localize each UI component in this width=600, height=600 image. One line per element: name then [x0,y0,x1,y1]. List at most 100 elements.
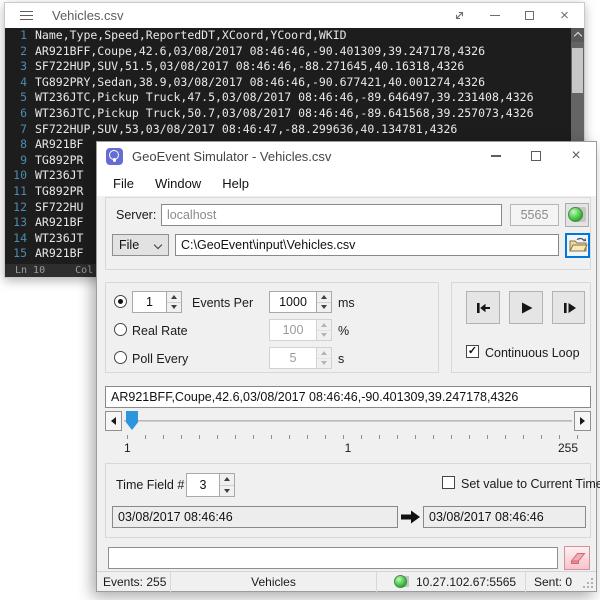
csv-line: 3SF722HUP,SUV,51.5,03/08/2017 08:46:46,-… [5,59,584,75]
current-event-field[interactable]: AR921BFF,Coupe,42.6,03/08/2017 08:46:46,… [105,386,591,408]
geoevent-app-icon [106,148,123,165]
progress-bar [108,547,558,569]
expand-diagonal-icon[interactable] [442,3,477,28]
radio-poll-every[interactable] [114,351,127,364]
slider-thumb[interactable] [126,411,138,430]
slider-min-label: 1 [124,441,131,455]
rate-group: 1 Events Per 1000 ms Real Rate 100 % Pol… [105,282,439,373]
menu-help[interactable]: Help [222,176,249,191]
spin-down-icon[interactable] [167,303,181,313]
server-label: Server: [116,208,156,222]
set-current-time-label: Set value to Current Time [461,477,600,491]
line-indicator: Ln 10 [15,264,45,277]
resize-grip[interactable] [581,576,593,588]
time-from-field[interactable] [112,506,398,528]
set-current-time-checkbox[interactable] [442,476,455,489]
connection-status-button[interactable] [565,203,589,227]
endpoint-panel: 10.27.102.67:5565 [377,572,525,591]
time-to-field[interactable] [423,506,586,528]
slider-track[interactable] [124,420,572,422]
spin-up-icon[interactable] [317,320,331,331]
maximize-icon[interactable] [512,3,547,28]
percent-unit-label: % [338,324,349,338]
play-button[interactable] [509,291,543,324]
radio-events-per[interactable] [114,295,127,308]
spin-down-icon[interactable] [317,331,331,341]
minimize-icon[interactable] [476,142,516,170]
interval-value[interactable]: 1000 [270,292,316,312]
real-rate-value[interactable]: 100 [270,320,316,340]
maximize-icon[interactable] [516,142,556,170]
poll-spinner[interactable]: 5 [269,347,332,369]
time-field-label: Time Field # [116,478,184,492]
sim-window-controls: × [476,142,596,170]
events-count-value[interactable]: 1 [133,292,166,312]
step-button[interactable] [552,291,585,324]
close-icon[interactable]: × [556,142,596,170]
events-count-spinner[interactable]: 1 [132,291,182,313]
triangle-right-icon [580,417,585,425]
source-type-dropdown[interactable]: File [112,234,169,256]
connection-led [394,575,409,588]
file-path-input[interactable] [175,234,559,256]
step-forward-icon [560,299,578,317]
column-indicator: Col [75,264,93,277]
check-icon: ✓ [468,345,477,357]
poll-value[interactable]: 5 [270,348,316,368]
server-host-input[interactable] [161,204,502,226]
interval-spinner[interactable]: 1000 [269,291,332,313]
spin-up-icon[interactable] [220,474,234,486]
source-type-value: File [119,238,139,252]
browse-file-button[interactable] [565,233,590,258]
play-icon [517,299,535,317]
scrollbar-thumb[interactable] [572,48,583,93]
slider-left-button[interactable] [105,411,122,431]
progress-row [105,546,591,570]
events-per-label: Events Per [192,296,253,310]
sim-window-title: GeoEvent Simulator - Vehicles.csv [132,149,331,164]
menu-file[interactable]: File [113,176,134,191]
csv-window-title: Vehicles.csv [52,8,124,23]
radio-real-rate[interactable] [114,323,127,336]
menu-window[interactable]: Window [155,176,201,191]
event-slider[interactable] [105,411,591,433]
clear-button[interactable] [564,546,590,570]
close-icon[interactable]: × [547,3,582,28]
sent-count-text: Sent: 0 [534,575,572,589]
slider-current-label: 1 [345,441,352,455]
seconds-unit-label: s [338,352,344,366]
time-field-spinner[interactable]: 3 [186,473,235,497]
poll-every-label: Poll Every [132,352,188,366]
slider-max-label: 255 [558,441,578,455]
continuous-loop-label: Continuous Loop [485,346,580,360]
spin-down-icon[interactable] [317,303,331,313]
green-dot-icon [394,575,407,588]
spin-up-icon[interactable] [167,292,181,303]
menubar: File Window Help [97,170,596,196]
hamburger-menu-icon[interactable] [20,8,33,23]
server-port-input[interactable] [510,204,559,226]
slider-right-button[interactable] [574,411,591,431]
playback-group: ✓ Continuous Loop [451,282,591,373]
connected-led-icon [568,207,583,222]
real-rate-spinner[interactable]: 100 [269,319,332,341]
spin-down-icon[interactable] [317,359,331,369]
ms-unit-label: ms [338,296,355,310]
arrow-right-icon [401,510,420,529]
spin-up-icon[interactable] [317,292,331,303]
spin-up-icon[interactable] [317,348,331,359]
csv-line: 6WT236JTC,Pickup Truck,50.7,03/08/2017 0… [5,106,584,122]
events-count-text: Events: 255 [103,575,166,589]
feed-name-text: Vehicles [251,575,296,589]
minimize-icon[interactable] [477,3,512,28]
eraser-icon [567,551,587,565]
csv-line: 4TG892PRY,Sedan,38.9,03/08/2017 08:46:46… [5,75,584,91]
endpoint-text: 10.27.102.67:5565 [416,575,516,589]
csv-titlebar: Vehicles.csv × [5,3,584,28]
skip-to-start-button[interactable] [466,291,500,324]
time-field-value[interactable]: 3 [187,474,219,496]
triangle-left-icon [111,417,116,425]
continuous-loop-checkbox[interactable]: ✓ [466,345,479,358]
spin-down-icon[interactable] [220,486,234,497]
scrollbar-up-icon[interactable] [571,28,584,42]
